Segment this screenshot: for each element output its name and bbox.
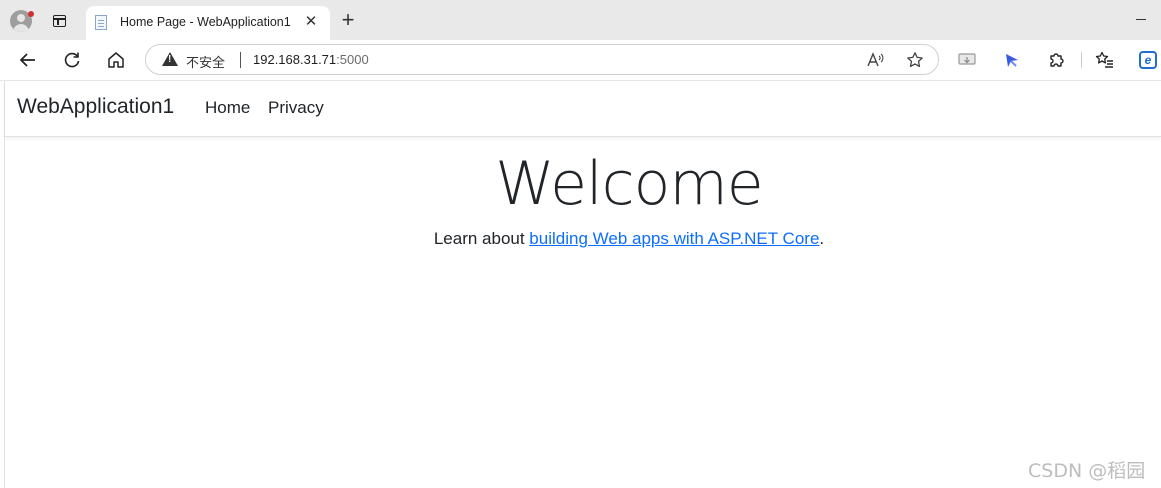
url-text[interactable]: 192.168.31.71:5000: [253, 52, 369, 67]
profile-notification-dot: [28, 11, 34, 17]
not-secure-label[interactable]: 不安全: [186, 52, 225, 71]
screen-cast-icon[interactable]: [957, 50, 977, 70]
browser-window: Home Page - WebApplication1 ✕ + 不安全 192.…: [0, 0, 1161, 488]
lead-paragraph: Learn about building Web apps with ASP.N…: [5, 229, 1161, 249]
browser-toolbar: 不安全 192.168.31.71:5000 e: [0, 40, 1161, 81]
url-port: :5000: [336, 52, 369, 67]
home-icon[interactable]: [106, 50, 126, 70]
read-aloud-icon[interactable]: [866, 51, 884, 69]
address-bar[interactable]: 不安全 192.168.31.71:5000: [145, 44, 939, 75]
tab-actions-icon[interactable]: [53, 15, 66, 27]
nav-link-privacy[interactable]: Privacy: [268, 98, 324, 118]
page-viewport: WebApplication1 Home Privacy Welcome Lea…: [4, 81, 1161, 488]
tab-strip: Home Page - WebApplication1 ✕ +: [0, 0, 1161, 40]
toolbar-separator: [1081, 52, 1082, 68]
lead-suffix: .: [819, 229, 825, 248]
aspnet-docs-link[interactable]: building Web apps with ASP.NET Core: [529, 229, 819, 248]
tab-close-icon[interactable]: ✕: [302, 13, 320, 31]
nav-link-home[interactable]: Home: [205, 98, 250, 118]
new-tab-button[interactable]: +: [339, 9, 357, 31]
csdn-watermark: CSDN @稻园: [1028, 460, 1146, 482]
extension-sparkle-icon[interactable]: [1002, 50, 1022, 70]
tab-title: Home Page - WebApplication1: [120, 15, 291, 29]
refresh-icon[interactable]: [62, 50, 82, 70]
window-minimize-button[interactable]: [1136, 19, 1146, 20]
extensions-puzzle-icon[interactable]: [1046, 50, 1066, 70]
page-favicon-icon: [95, 15, 107, 30]
welcome-heading: Welcome: [495, 149, 763, 219]
tab-home-page[interactable]: Home Page - WebApplication1 ✕: [86, 6, 330, 40]
not-secure-warning-icon[interactable]: [162, 52, 178, 66]
edge-icon[interactable]: e: [1139, 51, 1157, 69]
url-host: 192.168.31.71: [253, 52, 337, 67]
site-navbar: WebApplication1 Home Privacy: [5, 81, 1161, 137]
address-separator: [240, 52, 241, 68]
back-arrow-icon[interactable]: [18, 50, 38, 70]
favorites-list-icon[interactable]: [1095, 50, 1115, 70]
favorite-star-icon[interactable]: [906, 51, 924, 69]
lead-prefix: Learn about: [433, 229, 530, 248]
navbar-brand[interactable]: WebApplication1: [17, 95, 174, 119]
